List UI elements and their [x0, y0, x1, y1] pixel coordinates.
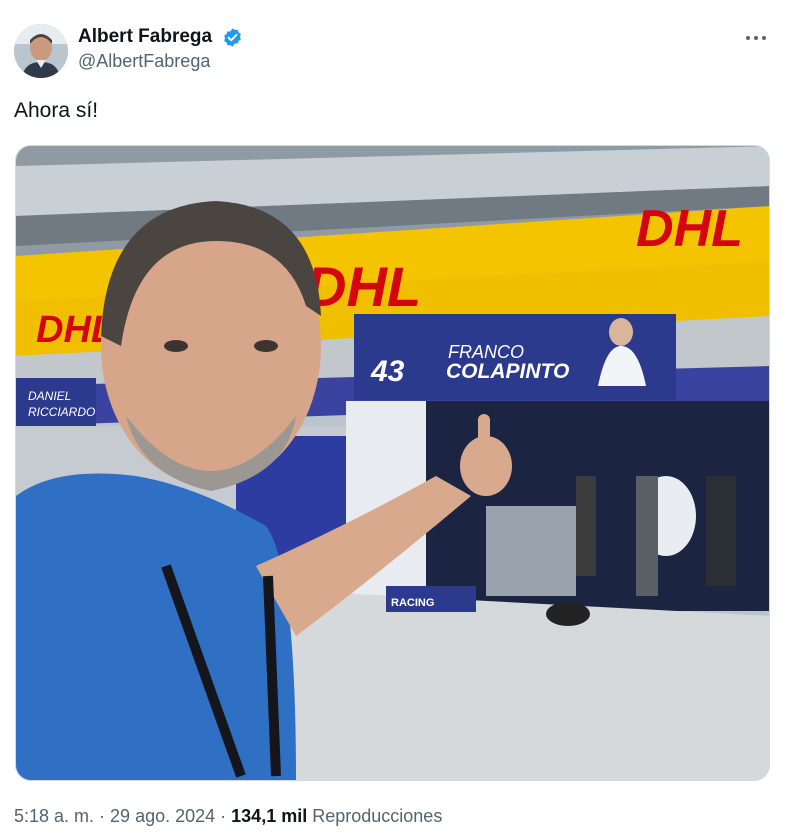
verified-badge-icon: [223, 27, 241, 47]
display-name[interactable]: Albert Fabrega: [78, 26, 212, 48]
tweet-photo[interactable]: DHL DHL DHL 43 FRANCO COLAPINTO DANIEL R…: [15, 145, 770, 781]
author-names: Albert Fabrega @AlbertFabrega: [78, 26, 243, 72]
driver-first-name: FRANCO: [448, 342, 524, 362]
tweet-time[interactable]: 5:18 a. m.: [14, 806, 94, 826]
ricciardo-sign: [16, 378, 96, 428]
svg-text:DHL: DHL: [636, 200, 743, 258]
tweet-text: Ahora sí!: [14, 99, 99, 122]
tweet-header: Albert Fabrega @AlbertFabrega: [14, 24, 774, 80]
avatar-photo: [14, 24, 68, 78]
photo-scene: DHL DHL DHL 43 FRANCO COLAPINTO DANIEL R…: [16, 146, 769, 780]
handle[interactable]: @AlbertFabrega: [78, 51, 243, 72]
avatar[interactable]: [14, 24, 68, 78]
meta-separator: ·: [94, 806, 111, 826]
meta-separator-2: ·: [215, 806, 232, 826]
svg-text:RICCIARDO: RICCIARDO: [28, 405, 95, 419]
more-horizontal-icon: [746, 36, 766, 40]
svg-text:DANIEL: DANIEL: [28, 389, 71, 403]
more-options-button[interactable]: [738, 24, 774, 52]
tweet-meta: 5:18 a. m. · 29 ago. 2024 · 134,1 mil Re…: [14, 806, 442, 827]
views-count: 134,1 mil: [231, 806, 308, 826]
car-number: 43: [370, 355, 405, 388]
driver-last-name: COLAPINTO: [446, 360, 569, 383]
svg-text:RACING: RACING: [391, 597, 434, 609]
dhl-logo-text: DHL: [306, 255, 421, 318]
views-label: Reproducciones: [312, 806, 443, 826]
person-shirt: [16, 473, 296, 780]
tweet-date[interactable]: 29 ago. 2024: [110, 806, 215, 826]
